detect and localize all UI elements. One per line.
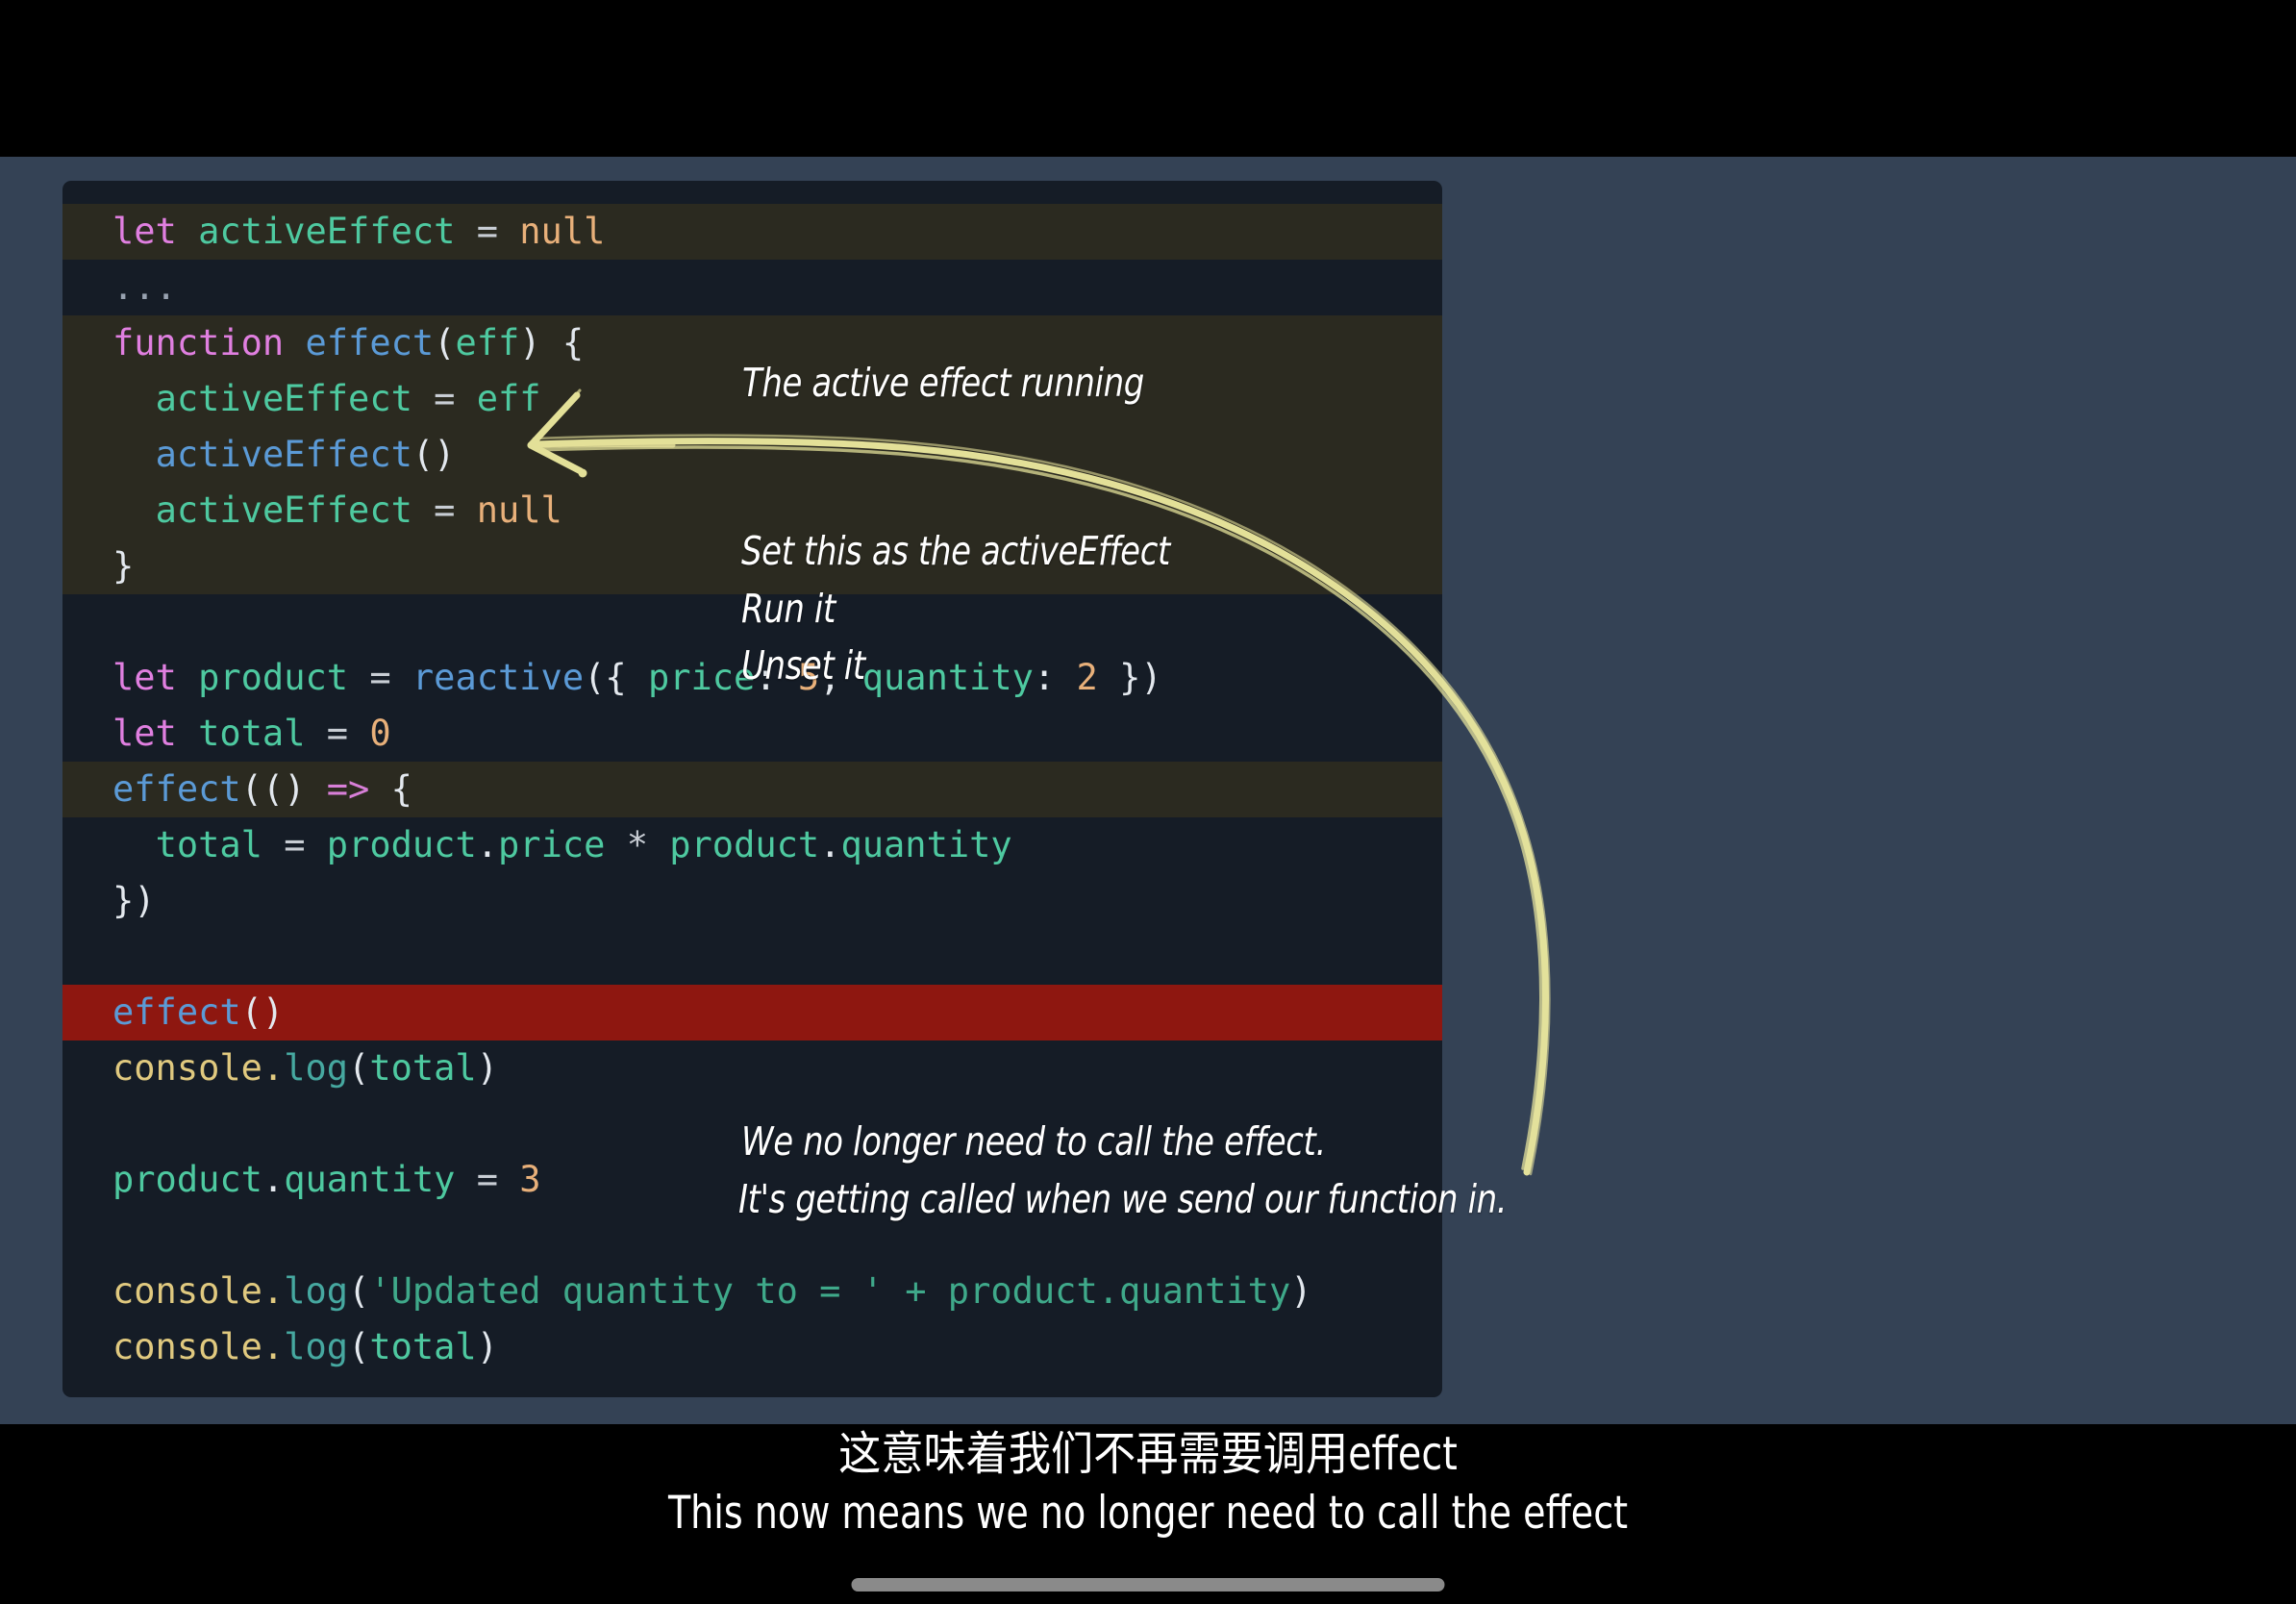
subtitle-block: 这意味着我们不再需要调用effect This now means we no … <box>0 1424 2296 1543</box>
code-line-let-total: let total = 0 <box>112 713 391 754</box>
annotation-no-longer-need-call: We no longer need to call the effect. <box>741 1118 1326 1165</box>
code-line-call-activeeffect: activeEffect() <box>62 427 1442 483</box>
annotation-getting-called-when-send: It's getting called when we send our fun… <box>738 1176 1508 1222</box>
annotation-active-effect-running: The active effect running <box>742 360 1144 406</box>
code-line-close-effect: }) <box>112 880 156 921</box>
code-line-console-updated: console.log('Updated quantity to = ' + p… <box>112 1270 1312 1312</box>
code-line-ellipsis: ... <box>112 266 177 308</box>
code-line-effect-call: effect() <box>62 985 1442 1040</box>
code-line-console-total-1: console.log(total) <box>112 1047 498 1089</box>
video-player-screen: let activeEffect = null ... function eff… <box>0 0 2296 1604</box>
slide-stage: let activeEffect = null ... function eff… <box>0 157 2296 1424</box>
annotation-set-as-active-effect: Set this as the activeEffect <box>741 528 1170 574</box>
code-line-effect-arrow: effect(() => { <box>62 762 1442 817</box>
annotation-run-it: Run it <box>741 586 836 632</box>
code-line-console-total-2: console.log(total) <box>112 1326 498 1367</box>
subtitle-chinese: 这意味着我们不再需要调用effect <box>838 1427 1458 1481</box>
annotation-unset-it: Unset it <box>741 642 865 689</box>
home-indicator-bar[interactable] <box>851 1578 1445 1591</box>
subtitle-english: This now means we no longer need to call… <box>667 1487 1629 1540</box>
code-line-let-activeeffect: let activeEffect = null <box>62 204 1442 260</box>
code-line-total-calc: total = product.price * product.quantity <box>155 824 1012 865</box>
